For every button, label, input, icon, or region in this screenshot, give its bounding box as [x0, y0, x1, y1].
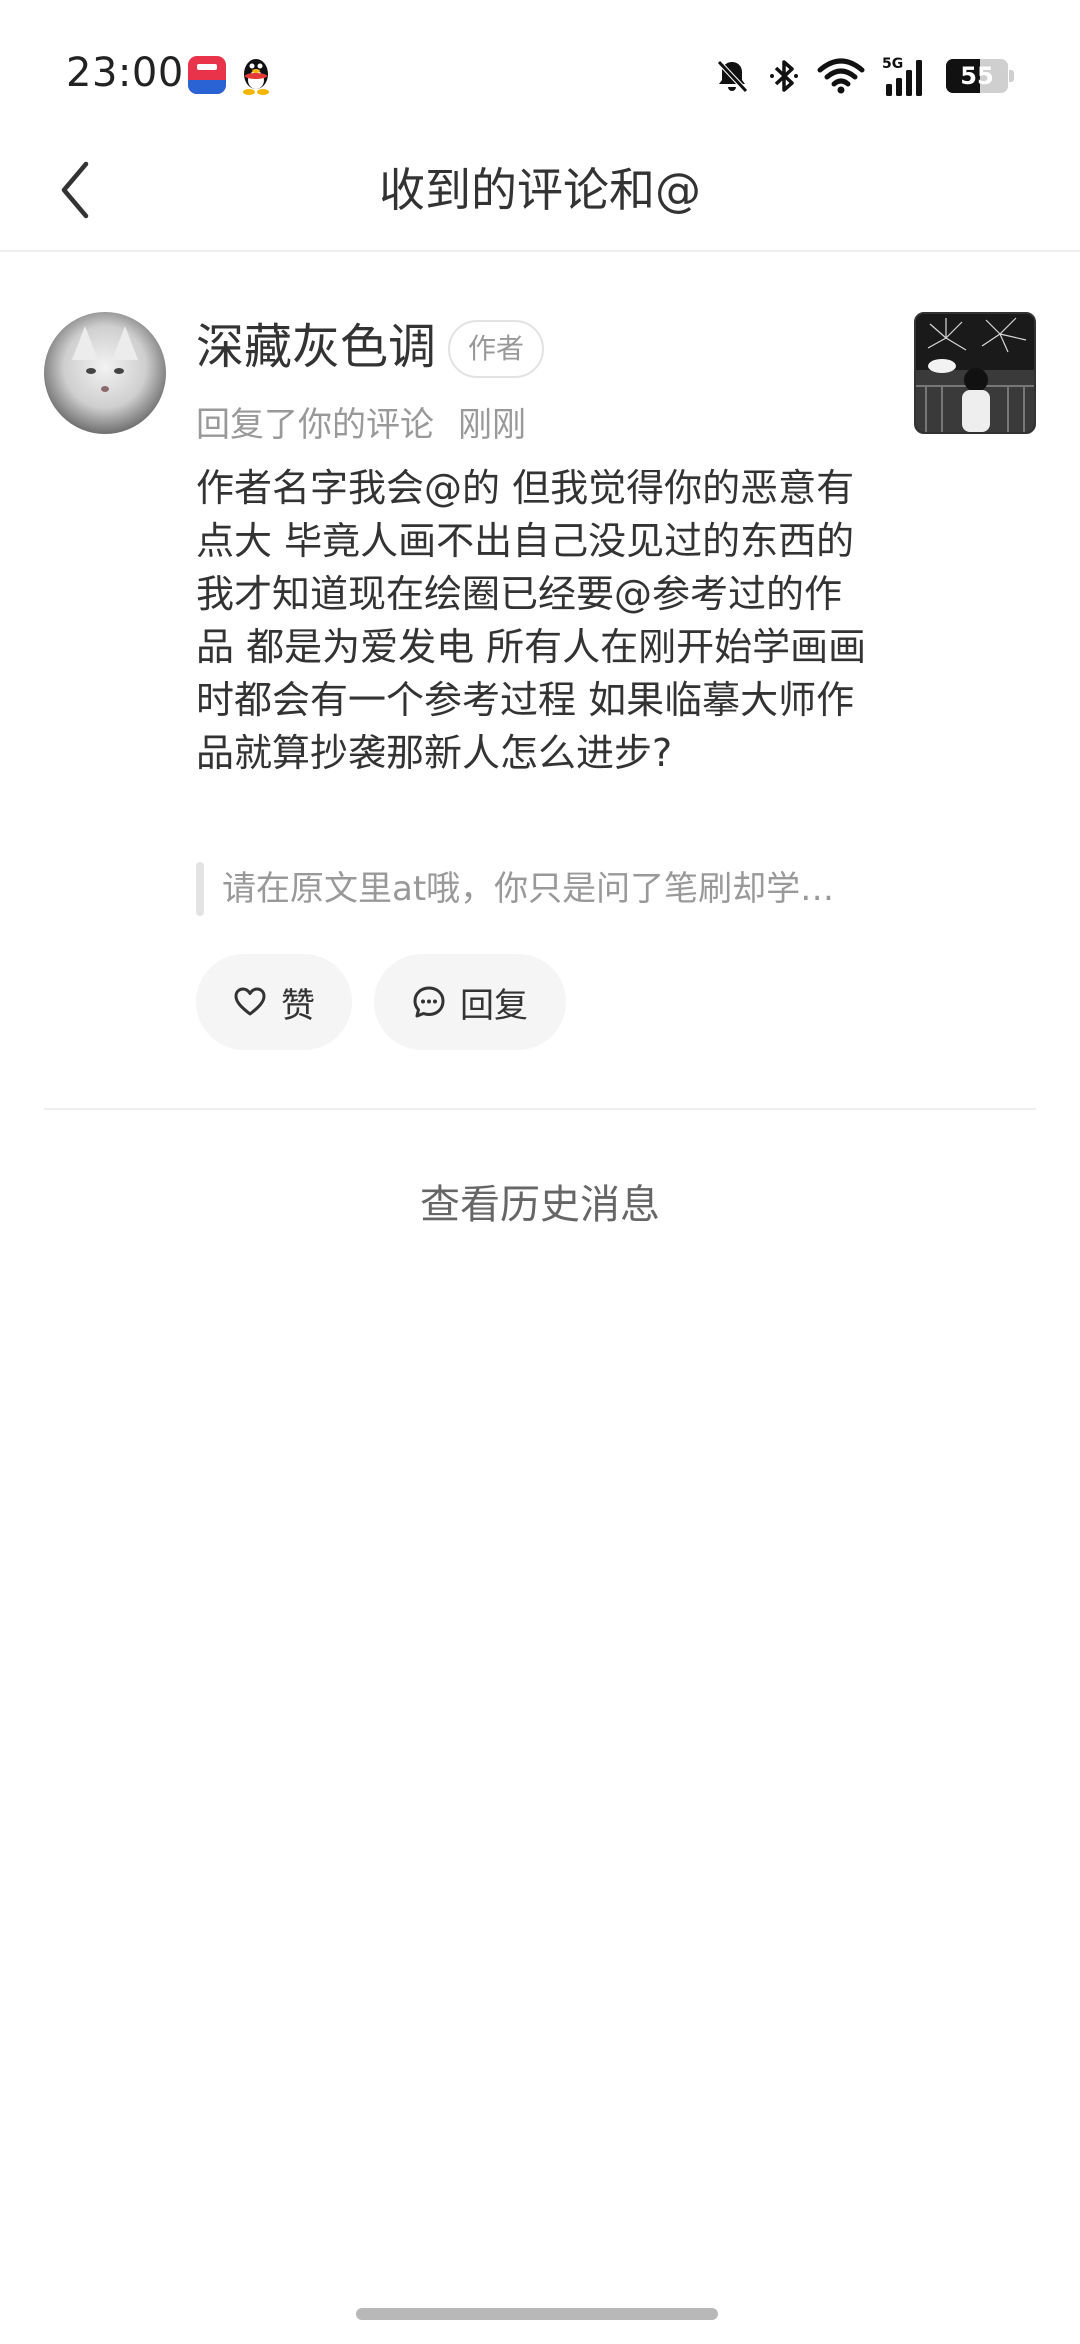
comment-body: 作者名字我会@的 但我觉得你的恶意有点大 毕竟人画不出自己没见过的东西的 我才知… [196, 466, 867, 775]
status-time: 23:00 [66, 50, 184, 96]
xiaohongshu-app-icon [188, 56, 226, 94]
post-thumbnail[interactable] [914, 312, 1036, 434]
network-type-label: 5G [882, 56, 903, 72]
action-text: 回复了你的评论 [196, 405, 434, 445]
quoted-comment[interactable]: 请在原文里at哦，你只是问了笔刷却学… [196, 862, 876, 916]
divider [44, 1108, 1036, 1110]
battery-level: 55 [960, 62, 994, 90]
bluetooth-icon [770, 60, 798, 92]
qq-app-icon [238, 54, 274, 96]
status-icons: 5G 55 [712, 54, 1014, 98]
reply-label: 回复 [460, 985, 528, 1026]
avatar[interactable] [44, 312, 166, 434]
comment-meta: 回复了你的评论 刚刚 [196, 400, 526, 450]
battery-icon: 55 [946, 59, 1014, 93]
heart-icon [234, 987, 266, 1016]
quoted-text: 请在原文里at哦，你只是问了笔刷却学… [222, 869, 835, 909]
quote-bar [196, 862, 204, 916]
username[interactable]: 深藏灰色调 [196, 314, 436, 380]
timestamp: 刚刚 [458, 405, 526, 445]
page-title: 收到的评论和@ [379, 163, 701, 217]
like-label: 赞 [281, 985, 315, 1026]
reply-button[interactable]: 回复 [374, 954, 566, 1050]
author-badge: 作者 [448, 320, 545, 378]
view-history-link[interactable]: 查看历史消息 [0, 1170, 1080, 1240]
wifi-icon [817, 58, 865, 94]
screen: 23:00 5G 55 收到的评论和@ 深藏灰色调 作者 回复了你的评论 刚刚 … [0, 0, 1080, 2344]
mute-bell-icon [717, 60, 748, 93]
home-indicator[interactable] [356, 2308, 718, 2320]
status-bar: 23:00 5G 55 [0, 0, 1080, 130]
cellular-signal-icon: 5G [882, 56, 922, 96]
nav-bar: 收到的评论和@ [0, 130, 1080, 252]
comment-item[interactable]: 深藏灰色调 作者 回复了你的评论 刚刚 作者名字我会@的 但我觉得你的恶意有点大… [0, 252, 1080, 1110]
like-button[interactable]: 赞 [196, 954, 352, 1050]
chat-bubble-icon [413, 986, 445, 1018]
